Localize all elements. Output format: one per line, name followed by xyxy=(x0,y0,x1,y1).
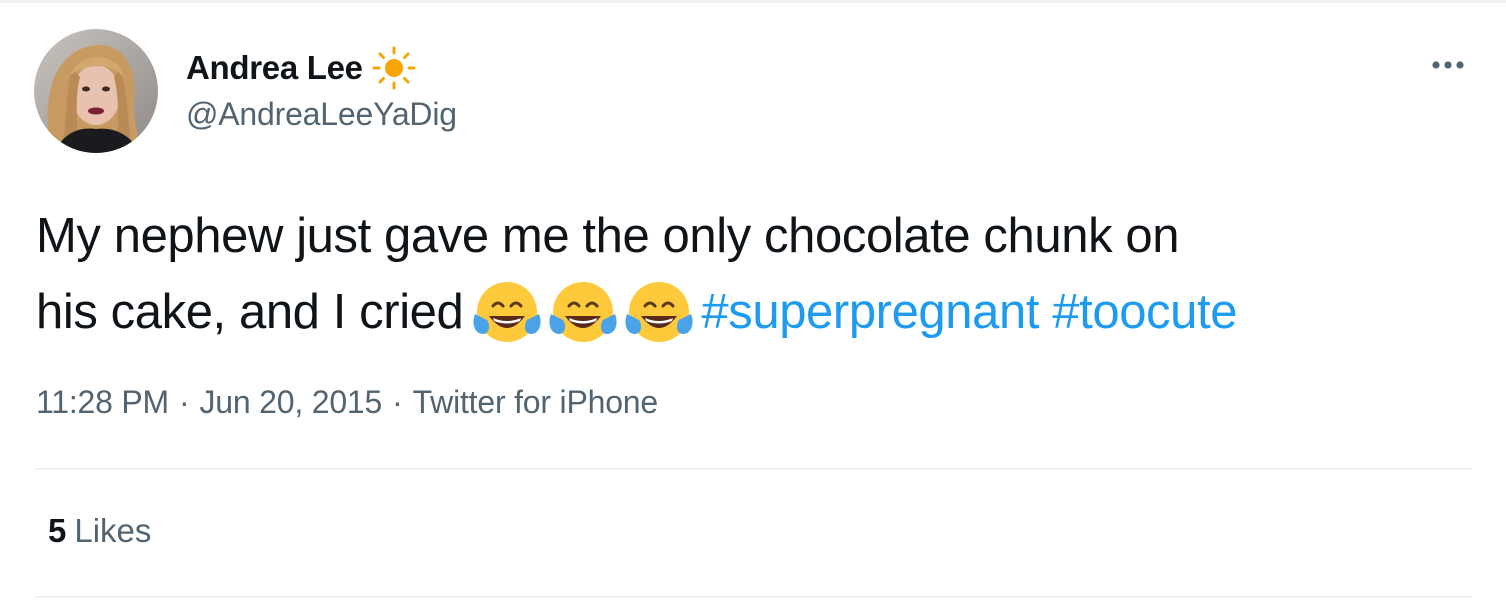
more-options-icon xyxy=(1432,61,1464,69)
stats-divider-bottom xyxy=(34,596,1472,598)
handle[interactable]: @AndreaLeeYaDig xyxy=(186,96,457,133)
meta-separator: · xyxy=(179,384,190,420)
emoji-group xyxy=(469,271,697,348)
tweet-text-prefix: his cake, and I cried xyxy=(36,285,464,339)
display-name[interactable]: Andrea Lee xyxy=(186,49,363,87)
meta-separator: · xyxy=(392,384,403,420)
tweet-text: My nephew just gave me the only chocolat… xyxy=(36,198,1486,354)
tweet-date[interactable]: Jun 20, 2015 xyxy=(199,384,382,420)
hashtag-toocute[interactable]: #toocute xyxy=(1052,285,1237,339)
more-options-button[interactable] xyxy=(1428,50,1468,80)
avatar-photo xyxy=(34,29,158,153)
likes-count: 5 xyxy=(48,512,67,549)
tweet-time[interactable]: 11:28 PM xyxy=(36,384,169,420)
sun-icon xyxy=(371,45,417,91)
tweet-meta: 11:28 PM · Jun 20, 2015 · Twitter for iPhone xyxy=(36,384,658,421)
tweet-text-line-2: his cake, and I cried #superpregnant #too… xyxy=(36,274,1486,354)
author-name-row[interactable]: Andrea Lee xyxy=(186,46,417,90)
tears-of-joy-emoji-icon xyxy=(469,276,545,348)
likes-label: Likes xyxy=(74,512,152,549)
hashtag-superpregnant[interactable]: #superpregnant xyxy=(701,285,1039,339)
tweet-text-line-1: My nephew just gave me the only chocolat… xyxy=(36,209,1180,263)
likes-stat[interactable]: 5 Likes xyxy=(48,512,151,550)
tweet-card: Andrea Lee @AndreaLeeYaDig My nephew jus… xyxy=(0,0,1506,600)
top-divider xyxy=(0,0,1506,3)
avatar[interactable] xyxy=(34,29,158,153)
stats-divider-top xyxy=(34,468,1472,470)
tears-of-joy-emoji-icon xyxy=(621,276,697,348)
tears-of-joy-emoji-icon xyxy=(545,276,621,348)
tweet-source[interactable]: Twitter for iPhone xyxy=(413,384,659,420)
